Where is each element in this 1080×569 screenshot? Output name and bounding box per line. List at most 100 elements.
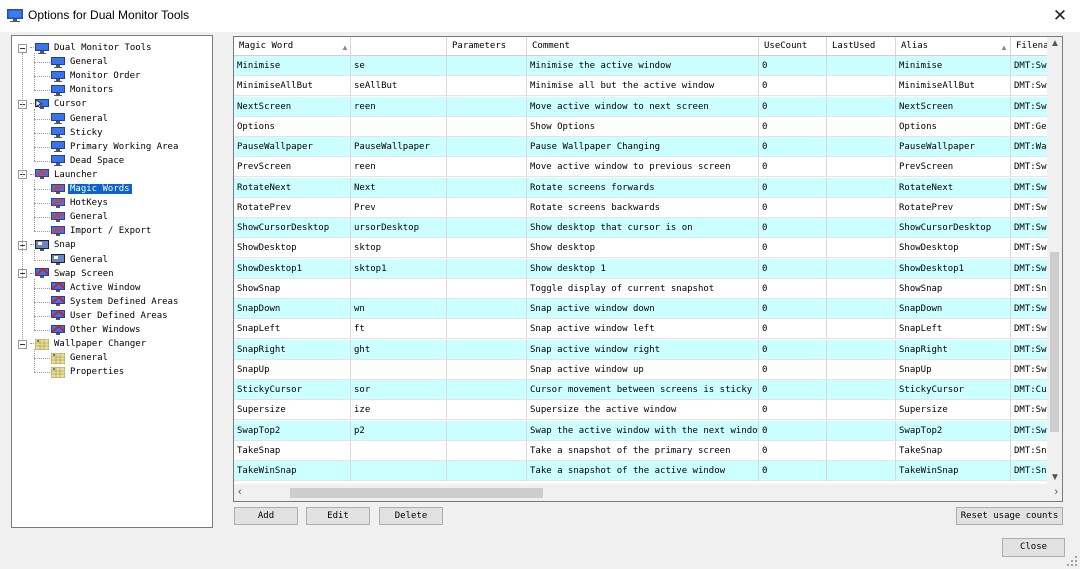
- scroll-left-icon[interactable]: ‹: [238, 486, 242, 498]
- close-window-button[interactable]: ✕: [1048, 5, 1072, 27]
- horizontal-scroll-thumb[interactable]: [290, 488, 543, 498]
- edit-button[interactable]: Edit: [306, 507, 370, 525]
- table-row[interactable]: SnapDown wn Snap active window down 0 SnapDo…: [234, 299, 1062, 319]
- column-header-blank[interactable]: [351, 37, 447, 55]
- tree-item-primary-working-area[interactable]: Primary Working Area: [51, 140, 180, 154]
- monitor-icon: [51, 56, 65, 68]
- scroll-right-icon[interactable]: ›: [1054, 486, 1058, 498]
- column-header-magic-word[interactable]: Magic Word: [234, 37, 351, 55]
- tree-item-cursor[interactable]: Cursor: [18, 97, 89, 111]
- table-row[interactable]: Supersize ize Supersize the active window 0…: [234, 400, 1062, 421]
- add-button[interactable]: Add: [234, 507, 298, 525]
- tree-item-sticky[interactable]: Sticky: [51, 126, 105, 140]
- reset-usage-counts-button[interactable]: Reset usage counts: [956, 507, 1063, 525]
- tree-item-dual-monitor-tools[interactable]: Dual Monitor Tools: [18, 41, 154, 55]
- tree-item-label: Magic Words: [68, 184, 132, 194]
- column-header-usecount[interactable]: UseCount: [759, 37, 827, 55]
- tree-item-properties[interactable]: Properties: [50, 365, 126, 379]
- table-cell: 0: [759, 461, 827, 481]
- tree-item-general[interactable]: General: [51, 55, 110, 69]
- tree-connector: [34, 203, 50, 205]
- tree-item-magic-words[interactable]: Magic Words: [51, 182, 132, 196]
- table-cell: Show Options: [527, 116, 759, 137]
- table-row[interactable]: ShowDesktop1 sktop1 Show desktop 1 0 ShowDes…: [234, 258, 1062, 279]
- options-tree[interactable]: Dual Monitor Tools General Monitor Order Mo…: [11, 35, 213, 528]
- table-row[interactable]: Options Show Options 0 Options DMT:Ge: [234, 116, 1062, 137]
- column-header-lastused[interactable]: LastUsed: [827, 37, 896, 55]
- table-cell: ShowCursorDesktop: [234, 218, 351, 238]
- table-cell: 0: [759, 420, 827, 441]
- tree-item-user-defined-areas[interactable]: User Defined Areas: [51, 309, 170, 323]
- vertical-scrollbar[interactable]: ▲ ▼: [1047, 37, 1062, 484]
- tree-item-general[interactable]: General: [51, 253, 110, 267]
- tree-item-monitors[interactable]: Monitors: [51, 83, 115, 97]
- launcher-icon: [35, 169, 49, 180]
- table-row[interactable]: ShowSnap Toggle display of current snapsh…: [234, 278, 1062, 299]
- table-cell: [447, 177, 527, 198]
- tree-item-label: Snap: [54, 240, 76, 251]
- table-row[interactable]: SnapUp Snap active window up 0 SnapUp DMT:Sw: [234, 359, 1062, 380]
- tree-connector: [34, 132, 50, 135]
- table-row[interactable]: PauseWallpaper PauseWallpaper Pause Wallpa…: [234, 137, 1062, 157]
- wallpaper-icon: [50, 352, 66, 365]
- table-row[interactable]: RotateNext Next Rotate screens forwards 0 Ro…: [234, 177, 1062, 198]
- tree-item-import-export[interactable]: Import / Export: [51, 224, 153, 238]
- table-row[interactable]: SnapRight ght Snap active window right 0 Sna…: [234, 339, 1062, 360]
- tree-item-label: Dead Space: [70, 155, 125, 166]
- swap-icon: [51, 324, 65, 336]
- magic-words-table[interactable]: Magic Word Parameters Comment UseCount LastU…: [233, 36, 1063, 502]
- tree-item-system-defined-areas[interactable]: System Defined Areas: [51, 295, 180, 309]
- table-row[interactable]: SnapLeft ft Snap active window left 0 SnapLe…: [234, 319, 1062, 340]
- tree-item-launcher[interactable]: Launcher: [18, 168, 99, 182]
- table-row[interactable]: NextScreen reen Move active window to next…: [234, 96, 1062, 117]
- tree-item-general[interactable]: General: [51, 210, 110, 224]
- tree-item-other-windows[interactable]: Other Windows: [51, 323, 142, 337]
- collapse-toggle-icon[interactable]: [18, 339, 27, 349]
- column-header-parameters[interactable]: Parameters: [447, 37, 527, 55]
- table-cell: [827, 339, 896, 360]
- table-row[interactable]: TakeWinSnap Take a snapshot of the active…: [234, 461, 1062, 481]
- tree-item-swap-screen[interactable]: Swap Screen: [18, 267, 116, 281]
- close-button[interactable]: Close: [1002, 538, 1065, 557]
- column-header-comment[interactable]: Comment: [527, 37, 759, 55]
- column-header-alias[interactable]: Alias: [896, 37, 1011, 55]
- horizontal-scrollbar[interactable]: ‹ ›: [234, 484, 1062, 501]
- tree-item-wallpaper-changer[interactable]: Wallpaper Changer: [18, 337, 148, 351]
- tree-item-label: User Defined Areas: [70, 310, 168, 321]
- table-row[interactable]: SwapTop2 p2 Swap the active window with th…: [234, 420, 1062, 441]
- table-cell: 0: [759, 339, 827, 360]
- tree-item-general[interactable]: General: [50, 351, 110, 365]
- tree-item-monitor-order[interactable]: Monitor Order: [51, 69, 142, 83]
- scroll-down-icon[interactable]: ▼: [1050, 472, 1060, 483]
- table-cell: ShowDesktop1: [234, 258, 351, 279]
- table-cell: ize: [351, 400, 447, 421]
- tree-item-label: Properties: [70, 367, 125, 378]
- tree-item-snap[interactable]: Snap: [18, 238, 78, 252]
- table-row[interactable]: MinimiseAllBut seAllBut Minimise all but t…: [234, 76, 1062, 97]
- table-cell: SnapDown: [896, 299, 1011, 319]
- vertical-scroll-thumb[interactable]: [1050, 252, 1059, 432]
- table-row[interactable]: Minimise se Minimise the active window 0 Min…: [234, 56, 1062, 76]
- table-row[interactable]: TakeSnap Take a snapshot of the primary s…: [234, 440, 1062, 461]
- table-cell: MinimiseAllBut: [234, 76, 351, 97]
- collapse-toggle-icon[interactable]: [18, 43, 27, 53]
- table-row[interactable]: ShowDesktop sktop Show desktop 0 ShowDesktop…: [234, 238, 1062, 259]
- table-row[interactable]: RotatePrev Prev Rotate screens backwards 0 R…: [234, 197, 1062, 218]
- tree-item-dead-space[interactable]: Dead Space: [51, 154, 126, 168]
- table-cell: Pause Wallpaper Changing: [527, 137, 759, 157]
- delete-button[interactable]: Delete: [379, 507, 443, 525]
- tree-item-hotkeys[interactable]: HotKeys: [51, 196, 110, 210]
- table-row[interactable]: StickyCursor sor Cursor movement between s…: [234, 380, 1062, 400]
- window-title: Options for Dual Monitor Tools: [28, 8, 190, 22]
- tree-item-active-window[interactable]: Active Window: [51, 281, 142, 295]
- scroll-up-icon[interactable]: ▲: [1050, 38, 1060, 49]
- table-cell: 0: [759, 400, 827, 421]
- tree-connector: [30, 272, 34, 275]
- tree-item-general[interactable]: General: [51, 112, 110, 126]
- table-cell: [447, 238, 527, 259]
- table-row[interactable]: PrevScreen reen Move active window to prev…: [234, 157, 1062, 178]
- table-row[interactable]: ShowCursorDesktop ursorDesktop Show deskto…: [234, 218, 1062, 238]
- table-cell: [827, 177, 896, 198]
- resize-grip-icon[interactable]: [1067, 556, 1077, 566]
- tree-item-label: Import / Export: [70, 226, 152, 237]
